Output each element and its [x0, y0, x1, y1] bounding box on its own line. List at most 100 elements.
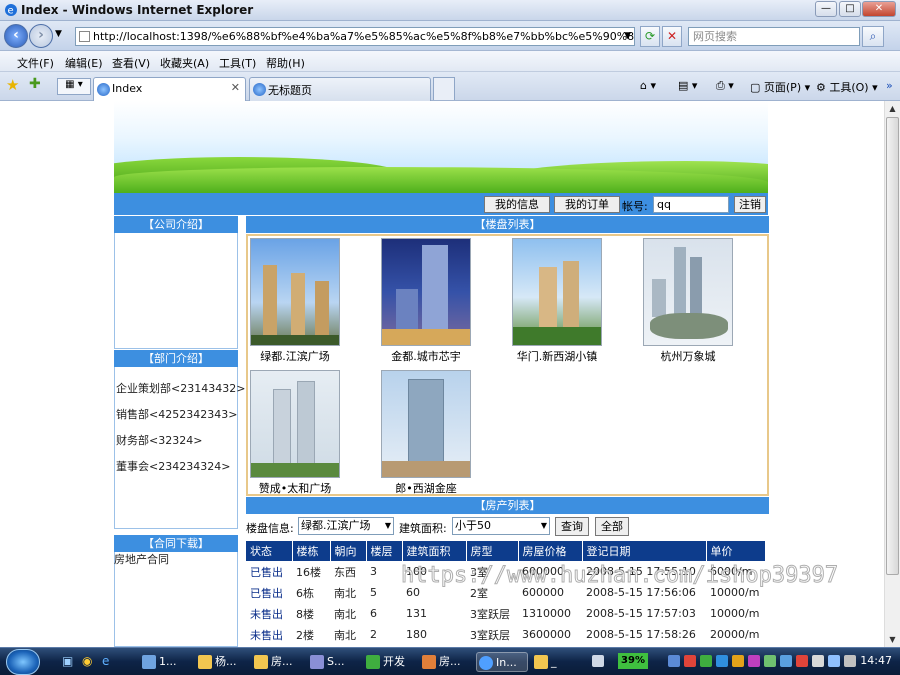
column-header[interactable]: 单价 [706, 541, 766, 561]
quick-tabs-icon[interactable]: ▦ ▾ [57, 78, 91, 95]
tray-icon[interactable] [684, 655, 696, 667]
building-photo[interactable] [250, 238, 340, 346]
column-header[interactable]: 建筑面积 [402, 541, 467, 561]
status-cell[interactable]: 已售出 [246, 561, 292, 582]
listing-caption[interactable]: 金都.城市芯宇 [381, 348, 471, 364]
listing-card[interactable]: 赞成•太和广场 [250, 370, 340, 496]
close-tab-icon[interactable]: ✕ [231, 81, 240, 94]
status-cell[interactable]: 已售出 [246, 582, 292, 603]
listing-card[interactable]: 华门.新西湖小镇 [512, 238, 602, 364]
tray-icon[interactable] [668, 655, 680, 667]
url-input[interactable]: http://localhost:1398/%e6%88%bf%e4%ba%a7… [75, 27, 635, 46]
page-menu[interactable]: ▢ 页面(P) ▾ [750, 79, 810, 95]
menu-edit[interactable]: 编辑(E) [65, 55, 103, 71]
building-photo[interactable] [381, 238, 471, 346]
close-window-button[interactable]: ✕ [862, 1, 896, 17]
menu-favorites[interactable]: 收藏夹(A) [160, 55, 209, 71]
maximize-button[interactable]: □ [839, 1, 861, 17]
table-row[interactable]: 未售出 8楼 南北 6 131 3室跃层 1310000 2008-5-15 1… [246, 603, 766, 624]
query-button[interactable]: 查询 [555, 517, 589, 536]
start-button[interactable] [6, 649, 40, 675]
vertical-scrollbar[interactable]: ▲ ▼ [884, 101, 900, 647]
column-header[interactable]: 房型 [466, 541, 519, 561]
taskbar-item[interactable]: 房... [420, 652, 472, 672]
taskbar-item[interactable]: S... [308, 652, 360, 672]
network-icon[interactable] [844, 655, 856, 667]
menu-tools[interactable]: 工具(T) [219, 55, 256, 71]
listing-caption[interactable]: 郎•西湖金座 [381, 480, 471, 496]
taskbar-item[interactable]: 房... [252, 652, 304, 672]
url-dropdown-icon[interactable]: ▼ [624, 28, 631, 45]
keyboard-icon[interactable] [592, 655, 604, 667]
building-photo[interactable] [250, 370, 340, 478]
listing-card[interactable]: 绿都.江滨广场 [250, 238, 340, 364]
tray-icon[interactable] [732, 655, 744, 667]
search-input[interactable]: 网页搜索 [688, 27, 860, 46]
listing-caption[interactable]: 绿都.江滨广场 [250, 348, 340, 364]
quicklaunch-icon[interactable]: e [102, 654, 109, 668]
tools-menu[interactable]: ⚙ 工具(O) ▾ [816, 79, 878, 95]
status-cell[interactable]: 未售出 [246, 624, 292, 645]
column-header[interactable]: 朝向 [330, 541, 367, 561]
quicklaunch-icon[interactable]: ▣ [62, 654, 73, 668]
table-row[interactable]: 未售出 2楼 南北 2 180 3室跃层 3600000 2008-5-15 1… [246, 624, 766, 645]
tray-icon[interactable] [716, 655, 728, 667]
menu-file[interactable]: 文件(F) [17, 55, 54, 71]
feeds-icon[interactable]: ▤ ▾ [678, 79, 697, 92]
recent-pages-dropdown-icon[interactable]: ▼ [55, 29, 62, 39]
minimize-button[interactable]: — [815, 1, 837, 17]
building-select[interactable]: 绿都.江滨广场 ▼ [298, 517, 394, 535]
listing-caption[interactable]: 杭州万象城 [643, 348, 733, 364]
battery-percent[interactable]: 39% [618, 653, 648, 669]
contract-download-link[interactable]: 房地产合同 [114, 551, 169, 567]
listing-card[interactable]: 郎•西湖金座 [381, 370, 471, 496]
column-header[interactable]: 楼层 [366, 541, 403, 561]
building-photo[interactable] [512, 238, 602, 346]
taskbar-item[interactable]: 1... [140, 652, 192, 672]
chevron-right-icon[interactable]: » [886, 79, 893, 92]
add-favorites-icon[interactable]: ✚ [29, 76, 41, 92]
department-item[interactable]: 销售部<4252342343> [116, 406, 237, 422]
tray-icon[interactable] [764, 655, 776, 667]
clock[interactable]: 14:47 [860, 654, 892, 667]
column-header[interactable]: 楼栋 [292, 541, 331, 561]
back-button[interactable]: ‹ [4, 24, 28, 48]
my-orders-button[interactable]: 我的订单 [554, 196, 620, 213]
forward-button[interactable]: › [29, 24, 53, 48]
refresh-icon[interactable]: ⟳ [640, 26, 660, 47]
tray-icon[interactable] [796, 655, 808, 667]
home-icon[interactable]: ⌂ ▾ [640, 79, 656, 92]
favorites-star-icon[interactable]: ★ [6, 76, 19, 94]
department-item[interactable]: 财务部<32324> [116, 432, 202, 448]
search-icon[interactable]: ⌕ [862, 26, 884, 47]
menu-help[interactable]: 帮助(H) [266, 55, 305, 71]
department-item[interactable]: 董事会<234234324> [116, 458, 230, 474]
tab-untitled[interactable]: 无标题页 [249, 77, 431, 101]
tray-icon[interactable] [780, 655, 792, 667]
listing-caption[interactable]: 华门.新西湖小镇 [512, 348, 602, 364]
column-header[interactable]: 房屋价格 [518, 541, 583, 561]
listing-card[interactable]: 金都.城市芯宇 [381, 238, 471, 364]
column-header[interactable]: 状态 [246, 541, 293, 561]
my-info-button[interactable]: 我的信息 [484, 196, 550, 213]
scroll-down-icon[interactable]: ▼ [885, 632, 900, 647]
stop-icon[interactable]: ✕ [662, 26, 682, 47]
status-cell[interactable]: 未售出 [246, 603, 292, 624]
building-photo[interactable] [643, 238, 733, 346]
show-all-button[interactable]: 全部 [595, 517, 629, 536]
tray-icon[interactable] [700, 655, 712, 667]
area-select[interactable]: 小于50 ▼ [452, 517, 550, 535]
taskbar-item[interactable]: _ [532, 652, 572, 672]
building-photo[interactable] [381, 370, 471, 478]
new-tab-button[interactable] [433, 77, 455, 100]
scroll-thumb[interactable] [886, 117, 899, 575]
taskbar-item-ie[interactable]: In... [476, 652, 528, 672]
print-icon[interactable]: ⎙ ▾ [716, 79, 734, 93]
taskbar-item[interactable]: 杨... [196, 652, 248, 672]
account-field[interactable]: qq [653, 196, 729, 213]
taskbar-item[interactable]: 开发 [364, 652, 416, 672]
tray-icon[interactable] [748, 655, 760, 667]
logout-button[interactable]: 注销 [734, 196, 766, 213]
listing-caption[interactable]: 赞成•太和广场 [250, 480, 340, 496]
listing-card[interactable]: 杭州万象城 [643, 238, 733, 364]
